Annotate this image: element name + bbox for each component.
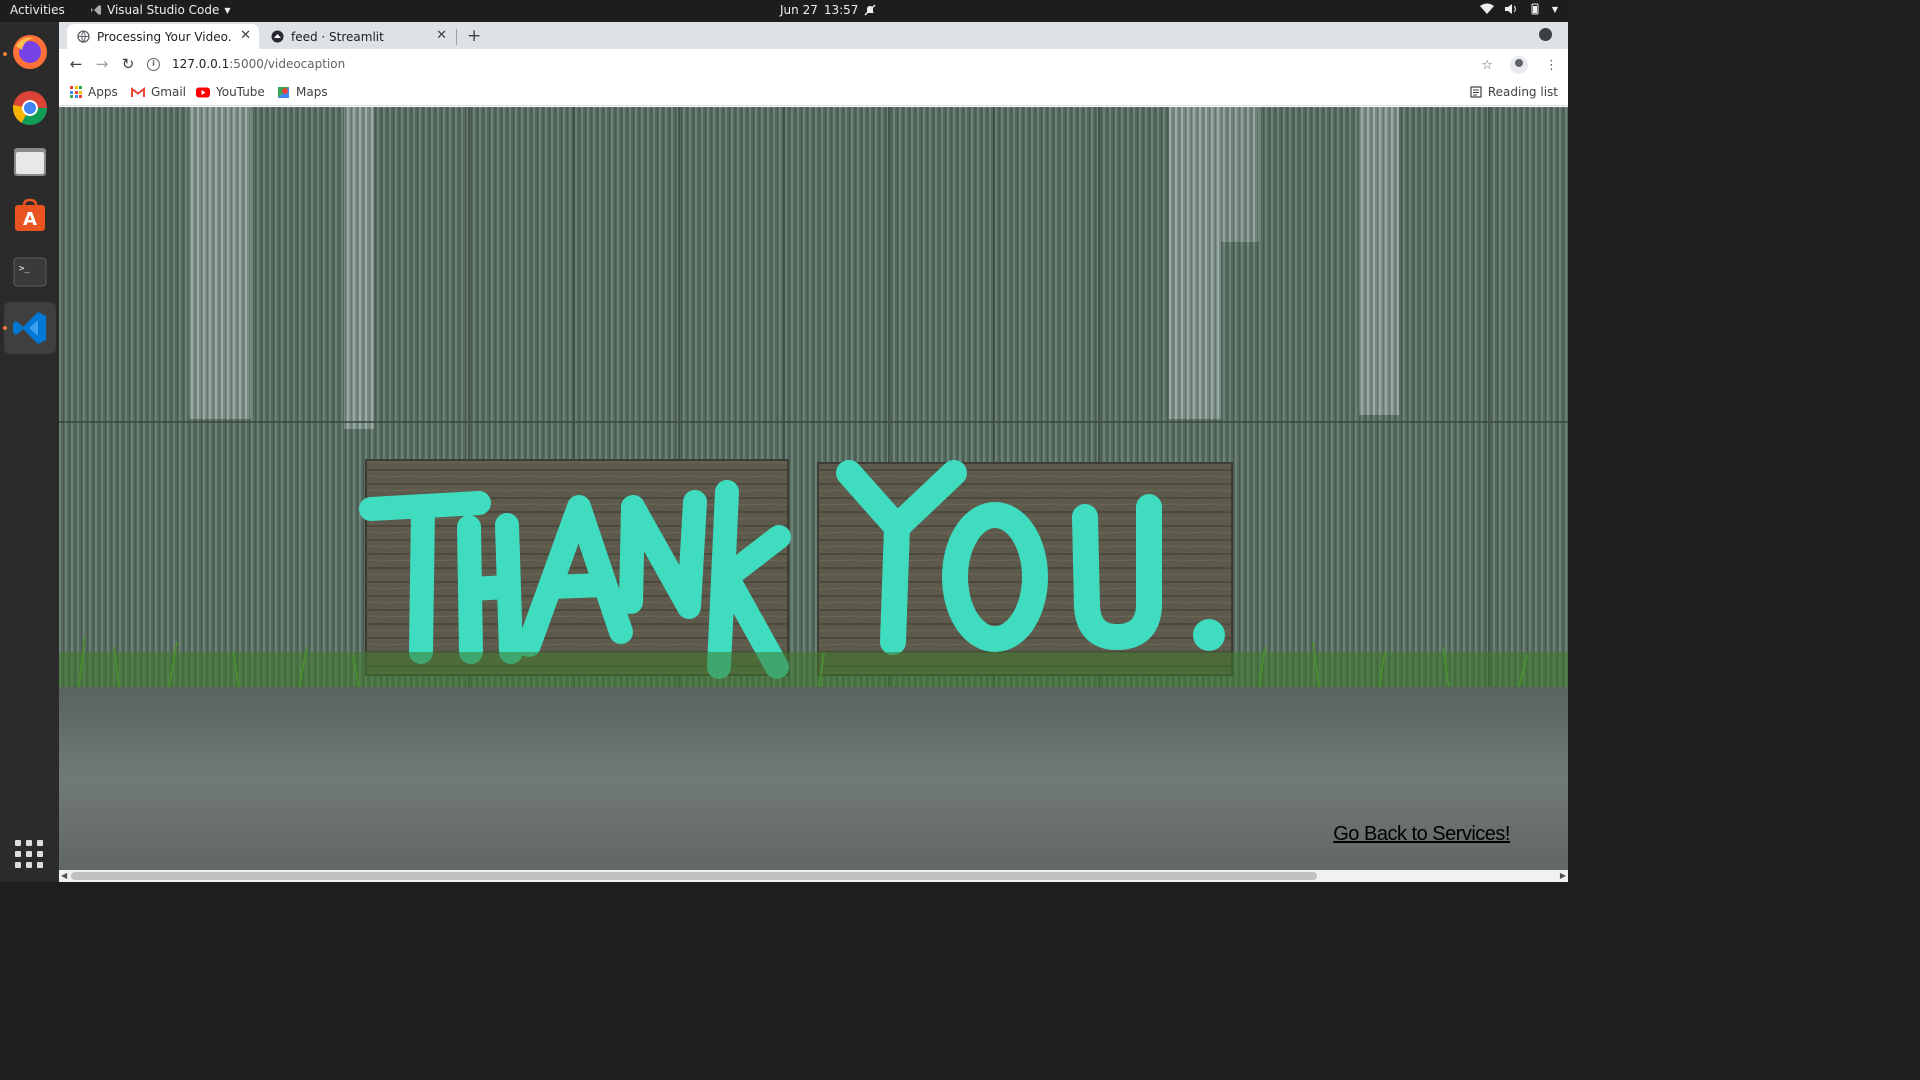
chrome-window: Processing Your Video. ✕ feed · Streamli… <box>59 22 1568 882</box>
bookmark-youtube[interactable]: YouTube <box>196 85 265 99</box>
apps-grid-icon <box>70 86 82 98</box>
tab-strip: Processing Your Video. ✕ feed · Streamli… <box>59 22 1568 49</box>
tab-title: feed · Streamlit <box>291 29 384 44</box>
url-host: 127.0.0.1 <box>172 57 230 71</box>
thank-you-background-image <box>59 107 1568 870</box>
new-tab-plus-icon[interactable]: + <box>467 26 481 46</box>
svg-text:>_: >_ <box>19 264 30 274</box>
battery-icon <box>1531 3 1539 15</box>
scroll-left-arrow-icon[interactable]: ◀ <box>61 870 67 882</box>
close-tab-icon[interactable]: ✕ <box>436 28 447 43</box>
wifi-icon <box>1479 3 1494 14</box>
firefox-icon <box>13 35 47 69</box>
browser-toolbar: ← → ↻ i 127.0.0.1:5000/videocaption ☆ ⋮ <box>59 49 1568 79</box>
bookmark-gmail[interactable]: Gmail <box>131 85 186 99</box>
clock[interactable]: Jun 27 13:57 <box>780 3 876 17</box>
volume-icon <box>1504 4 1516 14</box>
horizontal-scrollbar[interactable]: ◀ ▶ <box>59 870 1568 882</box>
youtube-icon <box>196 87 210 97</box>
system-tray[interactable]: ▼ <box>1479 3 1558 15</box>
reading-list-button[interactable]: Reading list <box>1470 85 1558 99</box>
reading-list-icon <box>1470 86 1482 98</box>
globe-icon <box>77 30 90 43</box>
reload-icon[interactable]: ↻ <box>119 55 137 73</box>
chevron-down-icon: ▼ <box>224 5 231 15</box>
ubuntu-software-dock-icon[interactable]: A <box>4 190 56 242</box>
svg-text:A: A <box>23 209 37 230</box>
terminal-dock-icon[interactable]: >_ <box>4 246 56 298</box>
gnome-top-bar: Activities Visual Studio Code ▼ Jun 27 1… <box>0 0 1568 22</box>
streamlit-icon <box>271 30 284 43</box>
tab-processing-video[interactable]: Processing Your Video. ✕ <box>67 24 259 49</box>
go-back-to-services-link[interactable]: Go Back to Services! <box>1333 823 1510 846</box>
close-tab-icon[interactable]: ✕ <box>240 28 251 43</box>
forward-arrow-icon[interactable]: → <box>93 55 111 73</box>
site-info-icon[interactable]: i <box>147 57 160 71</box>
gmail-icon <box>131 86 145 97</box>
bookmark-label: Apps <box>88 85 118 99</box>
back-arrow-icon[interactable]: ← <box>67 55 85 73</box>
tab-separator <box>456 29 457 45</box>
toolbar-actions: ☆ ⋮ <box>1481 56 1558 74</box>
maps-icon <box>278 86 289 98</box>
address-bar[interactable]: i 127.0.0.1:5000/videocaption <box>147 52 1517 76</box>
reading-list-label: Reading list <box>1487 85 1558 99</box>
vscode-running-indicator <box>3 326 7 330</box>
chrome-icon <box>13 91 47 125</box>
profile-avatar-icon[interactable] <box>1510 56 1528 74</box>
bookmark-star-icon[interactable]: ☆ <box>1481 58 1493 73</box>
activities-button[interactable]: Activities <box>10 3 65 17</box>
files-icon <box>14 148 46 176</box>
ubuntu-software-icon: A <box>15 198 45 231</box>
firefox-running-indicator <box>3 52 7 56</box>
tab-streamlit-feed[interactable]: feed · Streamlit ✕ <box>261 24 455 49</box>
tab-search-icon[interactable] <box>1539 28 1552 41</box>
bookmark-label: Maps <box>296 85 328 99</box>
bookmark-label: Gmail <box>151 85 187 99</box>
bookmark-apps[interactable]: Apps <box>70 85 118 99</box>
chrome-dock-icon[interactable] <box>4 82 56 134</box>
bookmarks-bar: Apps Gmail YouTube Maps Reading list <box>59 79 1568 106</box>
kebab-menu-icon[interactable]: ⋮ <box>1545 58 1558 73</box>
scroll-right-arrow-icon[interactable]: ▶ <box>1560 870 1566 882</box>
bookmark-maps[interactable]: Maps <box>277 85 328 99</box>
files-dock-icon[interactable] <box>4 136 56 188</box>
vscode-icon <box>13 312 46 344</box>
page-viewport: Go Back to Services! <box>59 107 1568 870</box>
bookmark-label: YouTube <box>216 85 265 99</box>
notifications-muted-icon <box>864 4 876 16</box>
firefox-dock-icon[interactable] <box>4 26 56 78</box>
ubuntu-dock: A >_ <box>0 22 59 882</box>
vscode-dock-icon[interactable] <box>4 302 56 354</box>
scrollbar-thumb[interactable] <box>71 872 1317 880</box>
clock-date: Jun 27 <box>780 3 818 17</box>
system-menu-chevron-icon: ▼ <box>1551 4 1558 14</box>
vscode-small-icon <box>91 5 101 15</box>
terminal-icon: >_ <box>13 257 47 287</box>
app-menu-label: Visual Studio Code <box>107 3 220 17</box>
url-path: :5000/videocaption <box>229 57 346 71</box>
show-applications-button[interactable] <box>15 840 43 868</box>
app-menu[interactable]: Visual Studio Code ▼ <box>90 3 231 17</box>
tab-title: Processing Your Video. <box>97 29 232 44</box>
clock-time: 13:57 <box>823 3 859 17</box>
